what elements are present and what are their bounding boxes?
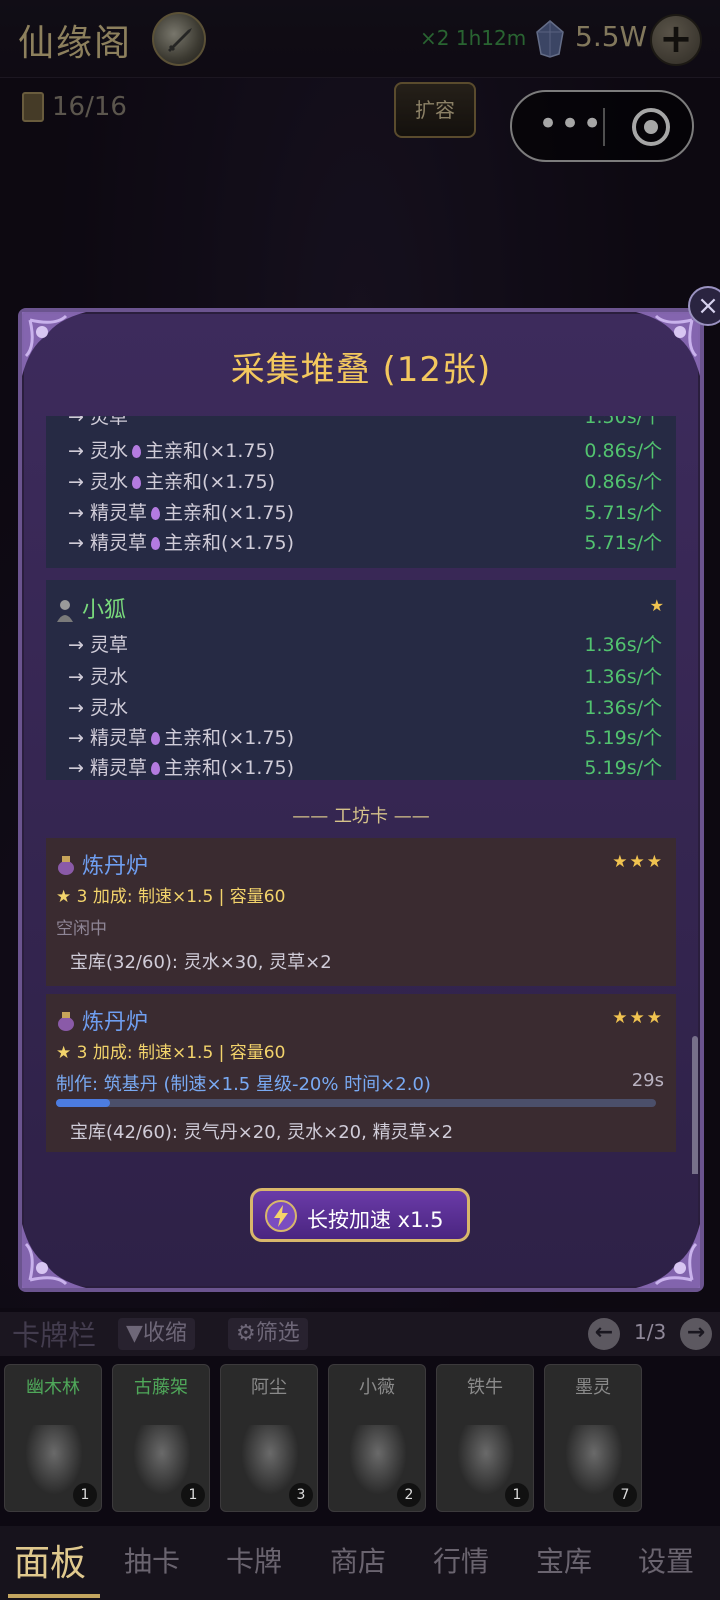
workshop-divider: —— 工坊卡 —— [292,806,430,827]
nav-panel[interactable]: 面板 [14,1534,86,1586]
card-slot[interactable]: 小薇 2 [328,1364,426,1512]
card-bar-header: 卡牌栏 ▼收缩 ⚙筛选 ← 1/3 → [0,1312,720,1356]
card-count-badge: 2 [397,1483,421,1507]
page-indicator: 1/3 [634,1320,667,1344]
modal-scroll-area[interactable]: → 灵草 1.50s/个 → 灵水 主亲和(×1.75) 0.86s/个 → 灵水… [46,416,702,1174]
gatherer-block: 小狐 ★ → 灵草 1.36s/个 → 灵水 1.36s/个 → 灵水 1.36… [46,580,676,780]
card-art [241,1425,299,1495]
gatherer-name: 小狐 [82,598,127,623]
workshop-card[interactable]: 炼丹炉 ★★★ ★ 3 加成: 制速×1.5 | 容量60 空闲中 宝库(32/… [46,838,676,986]
resource-row: → 精灵草 主亲和(×1.75) 5.19s/个 [68,727,662,749]
gatherer-stars: ★ [649,596,664,615]
workshop-bonus: ★ 3 加成: 制速×1.5 | 容量60 [56,887,286,907]
craft-progress-fill [56,1099,110,1107]
resource-row: → 灵水 主亲和(×1.75) 0.86s/个 [68,440,662,462]
workshop-card[interactable]: 炼丹炉 ★★★ ★ 3 加成: 制速×1.5 | 容量60 制作: 筑基丹 (制… [46,994,676,1152]
card-name: 小薇 [359,1377,395,1398]
workshop-vault: 宝库(42/60): 灵气丹×20, 灵水×20, 精灵草×2 [70,1122,454,1143]
nav-draw[interactable]: 抽卡 [124,1540,180,1580]
card-name: 阿尘 [251,1377,287,1398]
modal-scrollbar[interactable] [692,1036,698,1174]
card-count-badge: 1 [73,1483,97,1507]
card-slot[interactable]: 幽木林 1 [4,1364,102,1512]
card-name: 墨灵 [575,1377,611,1398]
workshop-vault: 宝库(32/60): 灵水×30, 灵草×2 [70,952,332,973]
furnace-icon [58,856,74,875]
resource-row: → 灵水 1.36s/个 [68,666,662,688]
card-name: 幽木林 [26,1377,80,1398]
water-drop-icon [150,732,160,745]
resource-row: → 灵水 1.36s/个 [68,697,662,719]
workshop-name: 炼丹炉 [82,1010,149,1035]
craft-progress-bar [56,1099,656,1107]
card-count-badge: 1 [505,1483,529,1507]
hold-speedup-button[interactable]: 长按加速 x1.5 [250,1188,470,1242]
resource-row: → 精灵草 主亲和(×1.75) 5.71s/个 [68,532,662,554]
workshop-name: 炼丹炉 [82,854,149,879]
furnace-icon [58,1012,74,1031]
collapse-button[interactable]: ▼收缩 [118,1318,195,1350]
card-slot[interactable]: 古藤架 1 [112,1364,210,1512]
craft-time: 29s [631,1070,664,1091]
water-drop-icon [150,762,160,775]
resource-row: → 灵水 主亲和(×1.75) 0.86s/个 [68,471,662,493]
water-drop-icon [131,445,141,458]
card-art [25,1425,83,1495]
resource-row: → 精灵草 主亲和(×1.75) 5.19s/个 [68,757,662,779]
corner-ornament [22,1224,86,1288]
prev-page-button[interactable]: ← [588,1318,620,1350]
card-bar-title: 卡牌栏 [12,1319,97,1352]
nav-shop[interactable]: 商店 [330,1540,386,1580]
nav-active-indicator [8,1594,100,1598]
workshop-bonus: ★ 3 加成: 制速×1.5 | 容量60 [56,1043,286,1063]
workshop-status: 空闲中 [56,919,107,939]
next-page-button[interactable]: → [680,1318,712,1350]
card-name: 古藤架 [134,1377,188,1398]
card-slot[interactable]: 铁牛 1 [436,1364,534,1512]
nav-vault[interactable]: 宝库 [536,1540,592,1580]
bottom-nav: 面板 抽卡 卡牌 商店 行情 宝库 设置 [0,1526,720,1600]
water-drop-icon [150,507,160,520]
card-art [565,1425,623,1495]
nav-cards[interactable]: 卡牌 [226,1540,282,1580]
workshop-stars: ★★★ [612,1008,664,1028]
card-count-badge: 3 [289,1483,313,1507]
card-art [457,1425,515,1495]
modal-title: 采集堆叠 (12张) [230,350,492,390]
card-art [133,1425,191,1495]
workshop-craft: 制作: 筑基丹 (制速×1.5 星级-20% 时间×2.0) [56,1074,431,1095]
water-drop-icon [150,537,160,550]
close-modal-button[interactable]: × [688,286,720,326]
card-art [349,1425,407,1495]
nav-settings[interactable]: 设置 [638,1540,694,1580]
card-count-badge: 1 [181,1483,205,1507]
card-slot[interactable]: 墨灵 7 [544,1364,642,1512]
water-drop-icon [131,476,141,489]
lightning-icon [265,1200,297,1232]
resource-row: → 灵草 1.50s/个 [68,416,662,428]
workshop-stars: ★★★ [612,852,664,872]
gatherer-block: → 灵草 1.50s/个 → 灵水 主亲和(×1.75) 0.86s/个 → 灵水… [46,416,676,568]
gather-stack-modal: 采集堆叠 (12张) → 灵草 1.50s/个 → 灵水 主亲和(×1.75) 0… [18,308,704,1292]
card-name: 铁牛 [467,1377,503,1398]
card-slot[interactable]: 阿尘 3 [220,1364,318,1512]
card-count-badge: 7 [613,1483,637,1507]
nav-market[interactable]: 行情 [433,1540,489,1580]
fox-avatar-icon [57,600,73,622]
corner-ornament [636,1224,700,1288]
resource-row: → 精灵草 主亲和(×1.75) 5.71s/个 [68,502,662,524]
filter-button[interactable]: ⚙筛选 [228,1318,308,1350]
resource-row: → 灵草 1.36s/个 [68,634,662,656]
